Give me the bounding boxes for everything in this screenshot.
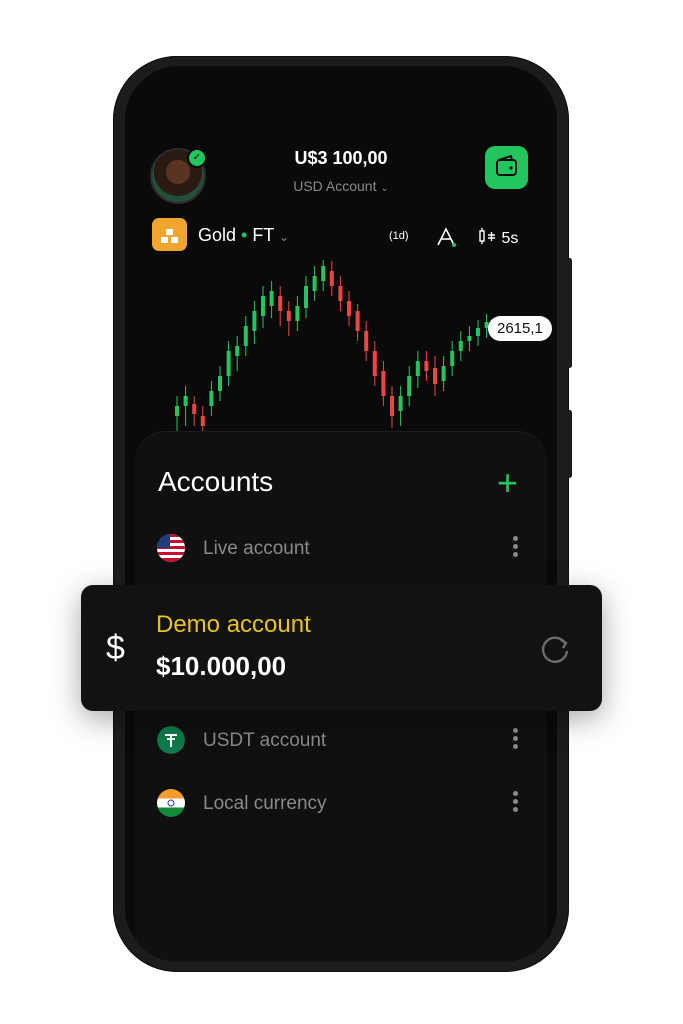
candle-body	[192, 404, 197, 414]
candle-body	[278, 296, 283, 311]
candle-body	[467, 336, 472, 341]
account-label: USDT account	[203, 730, 327, 751]
app-screen: ✓ U$3 100,00 USD Account ⌄ Gold • FT ⌄ (…	[125, 66, 557, 962]
account-type-label: USD Account	[293, 178, 377, 194]
asset-type: FT	[252, 225, 275, 245]
account-label: Local currency	[203, 793, 327, 814]
asset-selector[interactable]: Gold • FT ⌄	[198, 225, 289, 246]
candle-body	[450, 351, 455, 366]
more-options-icon[interactable]	[513, 728, 519, 752]
phone-volume-button	[567, 258, 572, 368]
account-label: Live account	[203, 538, 310, 559]
timeframe-selector[interactable]: 5s	[477, 226, 518, 248]
demo-account-name: Demo account	[156, 611, 311, 638]
candle-body	[407, 376, 412, 396]
candle-body	[183, 396, 188, 406]
candlestick-chart[interactable]	[125, 256, 557, 436]
candle-body	[424, 361, 429, 371]
candle-body	[415, 361, 420, 376]
asset-status-dot: •	[241, 225, 248, 245]
chevron-down-icon: ⌄	[279, 230, 290, 244]
us-flag-icon	[157, 534, 185, 562]
indicator-label: (1d)	[389, 230, 409, 242]
demo-account-card[interactable]: $ Demo account $10.000,00	[81, 585, 602, 711]
candle-body	[209, 391, 214, 406]
candle-body	[364, 331, 369, 351]
candle-body	[476, 328, 480, 336]
demo-account-balance: $10.000,00	[156, 651, 287, 681]
candle-body	[175, 406, 179, 416]
candle-body	[458, 341, 463, 351]
phone-power-button	[567, 410, 572, 478]
wallet-icon	[496, 154, 517, 176]
tether-icon	[157, 726, 185, 754]
candle-body	[226, 351, 231, 376]
indicator-button[interactable]: (1d)	[389, 230, 409, 242]
candle-body	[355, 311, 360, 331]
more-options-icon[interactable]	[513, 536, 519, 560]
candle-body	[338, 286, 343, 301]
currency-symbol: $	[106, 629, 125, 667]
candle-body	[286, 311, 291, 321]
refresh-icon[interactable]	[537, 631, 573, 667]
gold-bars-icon	[161, 229, 178, 243]
current-price-tag: 2615,1	[488, 316, 552, 341]
candle-body	[441, 366, 446, 381]
gold-asset-icon[interactable]	[152, 218, 187, 251]
candle-timeframe-icon	[479, 228, 495, 244]
candle-body	[321, 266, 326, 281]
candle-body	[347, 301, 351, 316]
candle-body	[312, 276, 317, 291]
candle-body	[372, 351, 377, 376]
candle-body	[261, 296, 265, 316]
candle-body	[304, 286, 308, 308]
india-flag-icon	[157, 789, 185, 817]
timeframe-label: 5s	[501, 230, 519, 247]
candle-body	[218, 376, 222, 391]
account-row-local[interactable]: Local currency	[157, 789, 527, 821]
candle-body	[398, 396, 403, 411]
candle-body	[269, 291, 274, 306]
account-row-live[interactable]: Live account	[157, 534, 527, 566]
candle-body	[243, 326, 248, 346]
candle-body	[433, 368, 437, 384]
drawing-tools-button[interactable]	[435, 226, 457, 253]
sheet-title: Accounts	[158, 466, 274, 497]
candle-body	[235, 346, 240, 356]
candle-body	[200, 416, 205, 426]
candle-body	[390, 396, 394, 416]
add-account-button[interactable]: +	[497, 462, 518, 504]
candle-body	[381, 371, 386, 396]
wallet-button[interactable]	[485, 146, 528, 189]
chevron-down-icon: ⌄	[380, 183, 389, 194]
candle-body	[295, 306, 300, 321]
drawing-tool-icon	[437, 227, 456, 247]
account-row-usdt[interactable]: USDT account	[157, 726, 527, 758]
asset-name: Gold	[198, 225, 237, 245]
candle-body	[252, 311, 257, 331]
candle-body	[329, 271, 334, 286]
more-options-icon[interactable]	[513, 791, 519, 815]
